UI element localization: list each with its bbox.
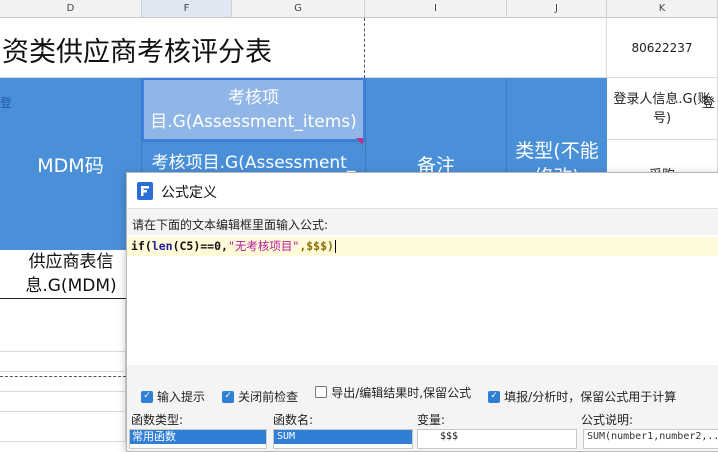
comment-marker [356, 138, 363, 145]
checkbox-checked-icon[interactable]: ✓ [141, 390, 153, 403]
col-header-i[interactable]: I [365, 0, 507, 18]
option-label: 关闭前检查 [238, 390, 299, 404]
option-label: 输入提示 [157, 390, 206, 404]
col-header-label: I [434, 3, 437, 14]
col-header-label: K [658, 3, 666, 14]
page-break-line [0, 376, 126, 377]
function-name-label: 函数名: [273, 413, 314, 427]
app-logo-icon [137, 182, 153, 200]
formula-function: len [151, 239, 173, 253]
formula-description-label: 公式说明: [581, 413, 634, 427]
formula-description-box: SUM(number1,number2,...) [583, 429, 718, 449]
option-keep-formula-export[interactable]: 导出/编辑结果时,保留公式 [315, 384, 471, 401]
dialog-title-bar[interactable]: 公式定义 [127, 173, 718, 209]
variable-list[interactable]: $$$ [417, 429, 577, 449]
function-type-label: 函数类型: [131, 413, 184, 427]
cell-underline [0, 298, 126, 299]
col-header-f[interactable]: F [142, 0, 232, 18]
empty-cell[interactable] [0, 352, 126, 372]
text-cursor [334, 240, 336, 253]
variable-label: 变量: [417, 413, 446, 427]
empty-cell[interactable] [0, 300, 126, 352]
id-cell[interactable]: 80622237 [607, 18, 718, 78]
options-row: ✓ 输入提示 ✓ 关闭前检查 导出/编辑结果时,保留公式 ✓ 填报/分析时，保留公式用… [141, 383, 688, 405]
option-keep-formula-calc[interactable]: ✓ 填报/分析时，保留公式用于计算 [488, 388, 676, 405]
login-info-partial: 登 [702, 96, 716, 111]
assessment-items-cell-selected[interactable]: 考核项目.G(Assessment_items) [142, 78, 365, 141]
formula-string: "无考核项目" [227, 239, 300, 253]
formula-text[interactable]: if(len(C5)==0,"无考核项目",$$$) [131, 238, 336, 255]
formula-args: (C5)==0, [172, 239, 228, 253]
empty-cell[interactable] [0, 372, 126, 392]
col-header-g[interactable]: G [232, 0, 365, 18]
supplier-info-cell[interactable]: 供应商表信息.G(MDM) [0, 250, 142, 300]
mdm-header-label: MDM码 [37, 154, 104, 177]
empty-cell[interactable] [0, 392, 126, 412]
checkbox-unchecked-icon[interactable] [315, 386, 328, 398]
login-info-label: 登录人信息.G(账号) [613, 91, 711, 126]
formula-editor[interactable]: if(len(C5)==0,"无考核项目",$$$) [127, 235, 718, 365]
assessment-items-label-2: 考核项目.G(Assessment_ [151, 153, 356, 173]
assessment-items-label: 考核项目.G(Assessment_items) [150, 87, 357, 132]
checkbox-checked-icon[interactable]: ✓ [222, 390, 235, 403]
formula-instruction: 请在下面的文本编辑框里面输入公式: [132, 218, 329, 232]
col-header-d[interactable]: D [0, 0, 142, 18]
cell-marker: 登 [0, 96, 13, 110]
empty-cell[interactable] [0, 412, 126, 442]
formula-dialog[interactable]: 公式定义 请在下面的文本编辑框里面输入公式: if(len(C5)==0,"无考… [126, 172, 718, 452]
id-value: 80622237 [631, 40, 693, 55]
supplier-info-label: 供应商表信息.G(MDM) [25, 252, 117, 296]
option-input-hint[interactable]: ✓ 输入提示 [141, 388, 205, 405]
function-name-list[interactable]: SUM [273, 429, 413, 449]
dialog-title: 公式定义 [161, 185, 217, 201]
option-label: 导出/编辑结果时,保留公式 [331, 385, 472, 400]
formula-variable: ,$$$) [299, 239, 334, 253]
col-header-label: D [66, 3, 75, 14]
option-label: 填报/分析时，保留公式用于计算 [504, 390, 677, 404]
sheet-title: 资类供应商考核评分表 [2, 37, 272, 68]
page-break-line [364, 18, 365, 78]
checkbox-checked-icon[interactable]: ✓ [488, 390, 501, 403]
function-type-list[interactable]: 常用函数 [129, 429, 267, 449]
mdm-header-cell[interactable]: MDM码 [0, 78, 142, 250]
formula-keyword: if( [131, 239, 152, 253]
option-check-before-close[interactable]: ✓ 关闭前检查 [222, 388, 298, 405]
col-header-label: G [294, 3, 302, 14]
col-header-label: F [183, 3, 190, 14]
col-header-label: J [555, 3, 558, 14]
col-header-j[interactable]: J [507, 0, 607, 18]
col-header-k[interactable]: K [607, 0, 718, 18]
